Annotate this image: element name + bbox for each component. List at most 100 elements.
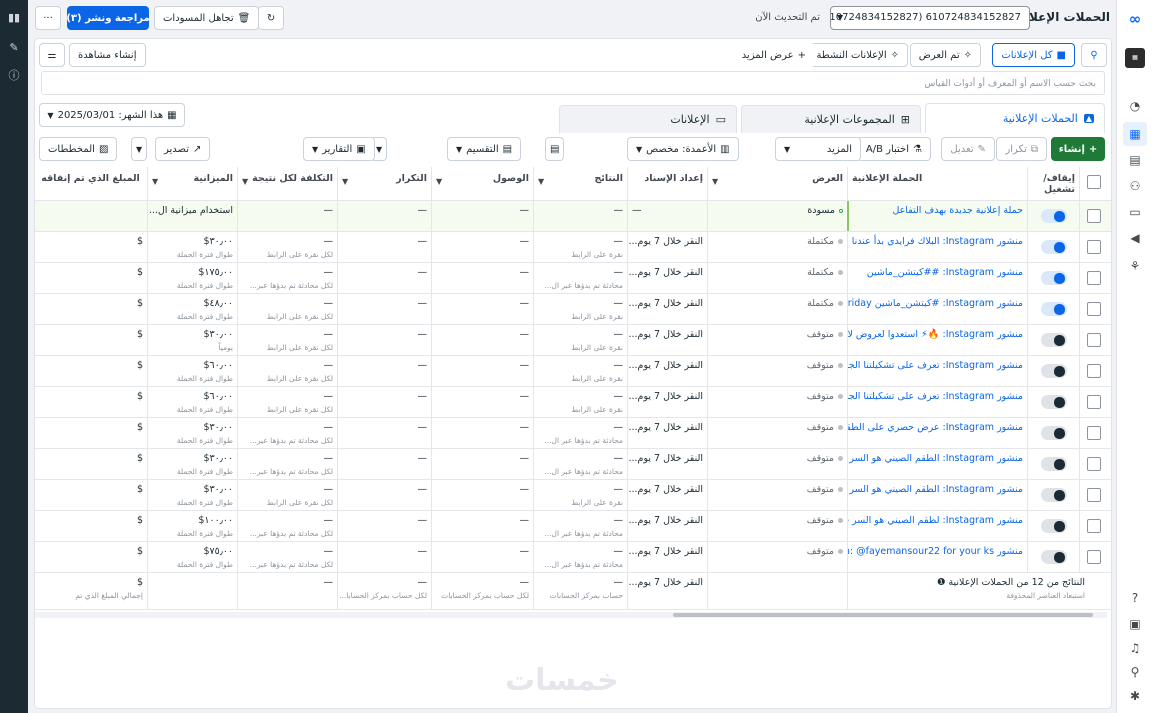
export-dropdown[interactable]: ▼	[131, 137, 148, 161]
table-row[interactable]: منشور Instagram: ##كيتشن_ماشين مكتملة النق…	[35, 263, 1111, 294]
table-row-draft[interactable]: حملة إعلانية جديدة بهدف التفاعل مسودة — …	[35, 201, 1111, 232]
table-row[interactable]: منشور Instagram: الطقم الصيني هو السر في…	[35, 449, 1111, 480]
toggle-switch[interactable]	[1041, 488, 1067, 502]
toggle-switch[interactable]	[1041, 364, 1067, 378]
row-checkbox[interactable]	[1087, 364, 1101, 378]
search-input[interactable]: بحث حسب الاسم أو المعرف أو أدوات القياس	[41, 71, 1105, 95]
row-checkbox[interactable]	[1087, 426, 1101, 440]
campaign-name-link[interactable]: منشور Instagram: @fayemansour22 for your…	[848, 546, 1023, 557]
date-range-picker[interactable]: ▦ هذا الشهر: 2025/03/01 ▼	[39, 103, 185, 127]
campaign-name-link[interactable]: منشور Instagram: ##كيتشن_ماشين	[867, 267, 1023, 278]
toggle-switch[interactable]	[1041, 271, 1067, 285]
row-checkbox[interactable]	[1087, 271, 1101, 285]
select-all-checkbox[interactable]	[1087, 175, 1101, 189]
reports-button[interactable]: ▣ التقارير ▼	[303, 137, 375, 161]
toggle-switch[interactable]	[1041, 209, 1067, 223]
table-row[interactable]: منشور Instagram: لطقم الصيني هو السر في …	[35, 511, 1111, 542]
bug-icon[interactable]: ✱	[1123, 684, 1147, 708]
col-spent[interactable]: المبلغ الذي تم إنفاقه	[35, 167, 147, 200]
search-button[interactable]: ⚲	[1081, 43, 1107, 67]
row-checkbox[interactable]	[1087, 333, 1101, 347]
audience-icon[interactable]: ⚇	[1123, 174, 1147, 198]
avatar[interactable]: ▦	[1125, 48, 1145, 68]
col-results[interactable]: النتائج ▼	[533, 167, 627, 200]
row-checkbox[interactable]	[1087, 550, 1101, 564]
settings-sliders-button[interactable]: ⚌	[39, 43, 65, 67]
columns-dropdown[interactable]: ▥ الأعمدة: مخصص ▼	[627, 137, 739, 161]
network-icon[interactable]: ⚘	[1123, 254, 1147, 278]
campaign-name-link[interactable]: منشور Instagram: تعرف على تشكيلتنا الجدي…	[848, 391, 1023, 402]
campaign-name-link[interactable]: منشور Instagram: عرض حصري على الطقم الصي…	[848, 422, 1023, 433]
help-icon[interactable]: ?	[1123, 586, 1147, 610]
tab-adsets[interactable]: ⊞ المجموعات الإعلانية	[741, 105, 921, 133]
account-selector[interactable]: 610724834152827 (610724834152827... ▼	[830, 6, 1030, 30]
table-icon[interactable]: ▦	[1123, 122, 1147, 146]
campaign-name-link[interactable]: منشور Instagram: الطقم الصيني هو السر في…	[848, 484, 1023, 495]
megaphone-icon[interactable]: ◀	[1123, 226, 1147, 250]
col-campaign[interactable]: الحملة الإعلانية	[847, 167, 1027, 200]
more-dropdown[interactable]: المزيد ▼	[775, 137, 861, 161]
create-view-button[interactable]: إنشاء مشاهدة	[69, 43, 146, 67]
row-checkbox[interactable]	[1087, 395, 1101, 409]
bar-chart-icon[interactable]: ▮▮	[6, 10, 22, 26]
table-row[interactable]: منشور Instagram: البلاك فرايدي بدأ عندنا…	[35, 232, 1111, 263]
tab-campaigns[interactable]: ▲ الحملات الإعلانية	[925, 103, 1105, 133]
toggle-switch[interactable]	[1041, 550, 1067, 564]
tab-ads[interactable]: ▭ الإعلانات	[559, 105, 737, 133]
duplicate-button[interactable]: ⧉ تكرار	[996, 137, 1047, 161]
toggle-switch[interactable]	[1041, 519, 1067, 533]
campaign-name-link[interactable]: منشور Instagram: البلاك فرايدي بدأ عندنا…	[848, 236, 1023, 247]
toggle-switch[interactable]	[1041, 240, 1067, 254]
campaign-name-link[interactable]: منشور Instagram: لطقم الصيني هو السر في …	[848, 515, 1023, 526]
campaign-name-link[interactable]: منشور Instagram: 🔥⚡ استعدوا لعروض لا تتك…	[848, 329, 1023, 340]
billing-icon[interactable]: ▭	[1123, 200, 1147, 224]
gauge-icon[interactable]: ◔	[1123, 94, 1147, 118]
info-icon[interactable]: ❶	[937, 577, 946, 588]
search-icon[interactable]: ⚲	[1123, 660, 1147, 684]
table-row[interactable]: منشور Instagram: 🔥⚡ استعدوا لعروض لا تتك…	[35, 325, 1111, 356]
table-row[interactable]: منشور Instagram: #كيتشن_ماشين BlackFrida…	[35, 294, 1111, 325]
row-checkbox[interactable]	[1087, 240, 1101, 254]
toggle-switch[interactable]	[1041, 457, 1067, 471]
bell-icon[interactable]: ♫	[1123, 636, 1147, 660]
more-button[interactable]: ···	[35, 6, 61, 30]
breakdown-dropdown[interactable]: ▤	[545, 137, 565, 161]
col-cost[interactable]: التكلفة لكل نتيجة ▼	[237, 167, 337, 200]
col-toggle[interactable]: إيقاف/ تشغيل	[1027, 167, 1079, 200]
info-icon[interactable]: ⓘ	[6, 68, 22, 84]
col-delivery[interactable]: العرض ▼	[707, 167, 847, 200]
col-attribution[interactable]: إعداد الإسناد	[627, 167, 707, 200]
campaign-name-link[interactable]: منشور Instagram: الطقم الصيني هو السر في…	[848, 453, 1023, 464]
filter-shown[interactable]: ✧ تم العرض	[909, 43, 981, 67]
ab-test-button[interactable]: ⚗ اختبار A/B	[856, 137, 931, 161]
breakdown-button[interactable]: ▤ التقسيم ▼	[447, 137, 522, 161]
table-row[interactable]: منشور Instagram: تعرف على تشكيلتنا الجدي…	[35, 387, 1111, 418]
pencil-icon[interactable]: ✎	[6, 40, 22, 56]
filter-all-ads[interactable]: ■ كل الإعلانات	[992, 43, 1075, 67]
col-reach[interactable]: الوصول ▼	[431, 167, 533, 200]
toggle-switch[interactable]	[1041, 426, 1067, 440]
toggle-switch[interactable]	[1041, 302, 1067, 316]
table-row[interactable]: منشور Instagram: الطقم الصيني هو السر في…	[35, 480, 1111, 511]
col-budget[interactable]: الميزانية ▼	[147, 167, 237, 200]
table-row[interactable]: منشور Instagram: عرض حصري على الطقم الصي…	[35, 418, 1111, 449]
meta-logo-icon[interactable]: ∞	[1124, 8, 1146, 30]
export-button[interactable]: ↗ تصدير	[155, 137, 211, 161]
horizontal-scrollbar[interactable]	[35, 612, 1107, 618]
pages-icon[interactable]: ▤	[1123, 148, 1147, 172]
table-row[interactable]: منشور Instagram: تعرف على تشكيلتنا الجدي…	[35, 356, 1111, 387]
show-more-filters[interactable]: + عرض المزيد	[732, 43, 815, 67]
toggle-switch[interactable]	[1041, 333, 1067, 347]
campaign-name-link[interactable]: حملة إعلانية جديدة بهدف التفاعل	[892, 205, 1023, 216]
discard-drafts-button[interactable]: 🗑 تجاهل المسودات	[154, 6, 260, 30]
create-button[interactable]: + إنشاء	[1051, 137, 1105, 161]
row-checkbox[interactable]	[1087, 519, 1101, 533]
row-checkbox[interactable]	[1087, 302, 1101, 316]
refresh-button[interactable]: ↻	[258, 6, 284, 30]
row-checkbox[interactable]	[1087, 488, 1101, 502]
campaign-name-link[interactable]: منشور Instagram: تعرف على تشكيلتنا الجدي…	[848, 360, 1023, 371]
campaign-name-link[interactable]: منشور Instagram: #كيتشن_ماشين BlackFrida…	[848, 298, 1023, 309]
col-frequency[interactable]: التكرار ▼	[337, 167, 431, 200]
review-publish-button[interactable]: مراجعة ونشر (٣)	[66, 6, 150, 30]
document-icon[interactable]: ▣	[1123, 612, 1147, 636]
